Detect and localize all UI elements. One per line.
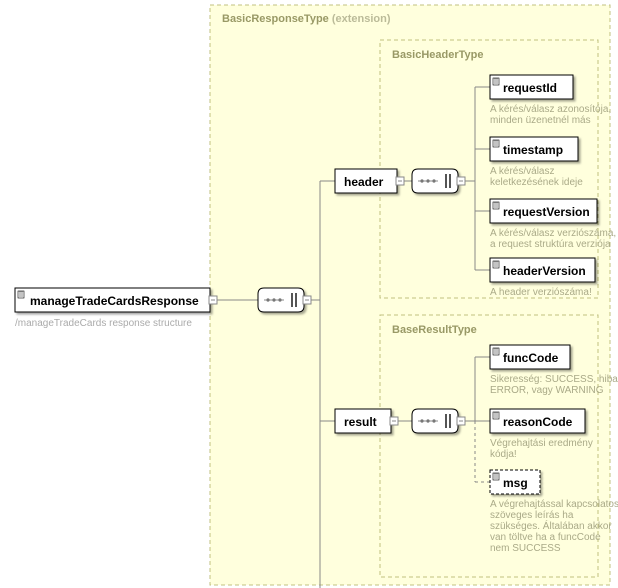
svg-text:A header verziószáma!: A header verziószáma! xyxy=(490,287,592,298)
svg-text:Sikeresség: SUCCESS, hibaERROR: Sikeresség: SUCCESS, hibaERROR, vagy WAR… xyxy=(490,374,618,396)
svg-text:funcCode: funcCode xyxy=(503,351,559,365)
svg-text:header: header xyxy=(344,175,384,189)
requestId-node: requestId xyxy=(490,75,573,99)
svg-text:A kérés/válasz verziószáma,a r: A kérés/válasz verziószáma,a request str… xyxy=(490,228,616,250)
svg-text:reasonCode: reasonCode xyxy=(503,415,573,429)
header-type-label: BasicHeaderType xyxy=(392,49,484,61)
headerVersion-node: headerVersion xyxy=(490,258,595,282)
result-type-label: BaseResultType xyxy=(392,324,477,336)
root-node: manageTradeCardsResponse xyxy=(15,288,217,312)
svg-text:requestVersion: requestVersion xyxy=(503,205,590,219)
svg-text:headerVersion: headerVersion xyxy=(503,264,586,278)
result-node: result xyxy=(335,409,398,433)
svg-text:msg: msg xyxy=(503,476,528,490)
extension-type: BasicResponseType xyxy=(222,13,329,25)
requestVersion-node: requestVersion xyxy=(490,199,597,223)
root-label: manageTradeCardsResponse xyxy=(30,294,199,308)
msg-node: msg xyxy=(490,470,540,494)
svg-text:requestId: requestId xyxy=(503,81,557,95)
svg-text:result: result xyxy=(344,415,377,429)
svg-text:timestamp: timestamp xyxy=(503,143,563,157)
reasonCode-node: reasonCode xyxy=(490,409,585,433)
result-sequence xyxy=(412,409,465,433)
header-node: header xyxy=(335,169,404,193)
main-sequence xyxy=(258,288,311,312)
funcCode-node: funcCode xyxy=(490,345,570,369)
timestamp-node: timestamp xyxy=(490,137,578,161)
root-desc: /manageTradeCards response structure xyxy=(15,318,192,329)
extension-suffix: (extension) xyxy=(332,13,391,25)
svg-text:BasicResponseType (extension): BasicResponseType (extension) xyxy=(222,13,391,25)
header-sequence xyxy=(412,169,465,193)
